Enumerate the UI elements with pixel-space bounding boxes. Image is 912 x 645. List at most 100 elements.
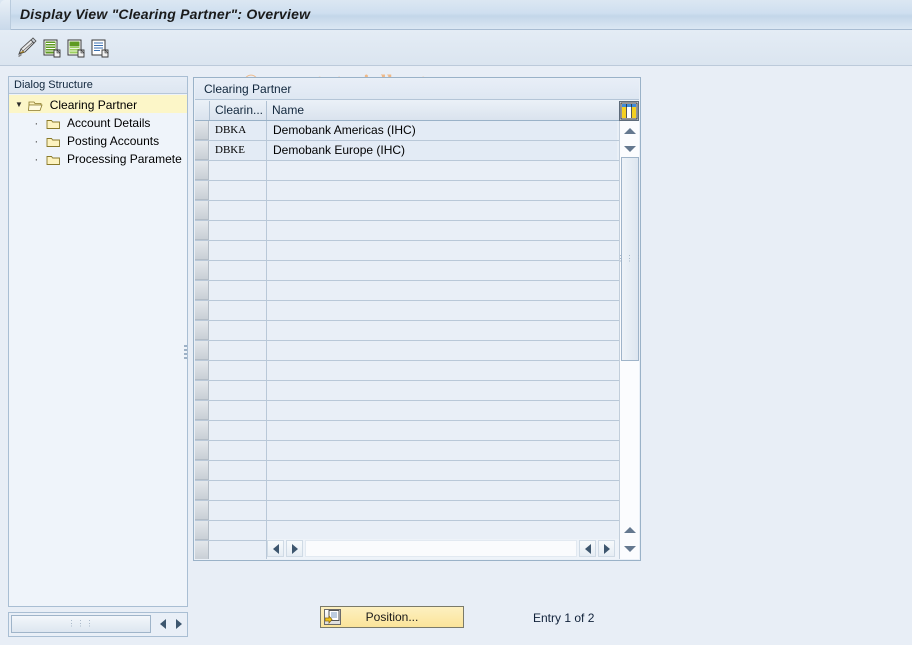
row-select-cell[interactable] [195,421,209,440]
select-all-header-cell[interactable] [195,101,210,120]
grid-scroll-down-button[interactable] [621,140,639,157]
cell-name[interactable] [267,281,617,300]
row-select-cell[interactable] [195,401,209,420]
table-row[interactable] [195,381,639,401]
grid-scroll-thumb[interactable]: ⋮⋮⋮ [617,157,639,361]
row-select-cell[interactable] [195,201,209,220]
cell-name[interactable] [267,221,617,240]
cell-name[interactable] [267,341,617,360]
row-select-cell[interactable] [195,381,209,400]
table-row[interactable] [195,501,639,521]
grid-scroll-right-button[interactable] [598,540,615,557]
row-select-cell[interactable] [195,541,209,559]
cell-clearing-partner[interactable] [210,321,267,340]
cell-clearing-partner[interactable] [210,341,267,360]
sidebar-horizontal-scrollbar[interactable]: ⋮⋮⋮ [8,612,188,637]
sidebar-item-account-details[interactable]: · Account Details [9,113,187,131]
cell-clearing-partner[interactable] [210,381,267,400]
cell-clearing-partner[interactable] [210,361,267,380]
cell-clearing-partner[interactable] [210,201,267,220]
grid-scroll-track[interactable] [305,540,577,557]
cell-clearing-partner[interactable] [210,301,267,320]
cell-name[interactable] [267,361,617,380]
cell-name[interactable] [267,421,617,440]
cell-name[interactable] [267,201,617,220]
row-select-cell[interactable] [195,461,209,480]
cell-name[interactable] [267,501,617,520]
table-row[interactable]: DBKE Demobank Europe (IHC) [195,141,639,161]
copy-as-icon[interactable] [65,37,87,59]
row-select-cell[interactable] [195,301,209,320]
cell-name[interactable] [267,481,617,500]
grid-scroll-left-button[interactable] [267,540,284,557]
cell-name[interactable] [267,181,617,200]
cell-clearing-partner[interactable] [210,441,267,460]
table-row[interactable] [195,521,639,541]
row-select-cell[interactable] [195,141,209,160]
display-change-icon[interactable] [16,37,38,59]
cell-clearing-partner[interactable] [210,401,267,420]
cell-clearing-partner[interactable] [210,241,267,260]
table-row[interactable] [195,441,639,461]
row-select-cell[interactable] [195,261,209,280]
cell-clearing-partner[interactable]: DBKA [210,121,267,140]
table-row[interactable] [195,161,639,181]
table-row[interactable] [195,281,639,301]
cell-name[interactable] [267,521,617,540]
grid-scroll-page-up-button[interactable] [621,521,639,538]
table-row[interactable] [195,401,639,421]
row-select-cell[interactable] [195,281,209,300]
expand-collapse-icon[interactable]: ▼ [13,96,25,114]
cell-clearing-partner[interactable] [210,261,267,280]
cell-clearing-partner[interactable] [210,541,267,559]
sidebar-scroll-thumb[interactable]: ⋮⋮⋮ [11,615,151,633]
row-select-cell[interactable] [195,181,209,200]
grid-scroll-far-right-button[interactable] [579,540,596,557]
cell-clearing-partner[interactable] [210,181,267,200]
cell-name[interactable] [267,161,617,180]
row-select-cell[interactable] [195,241,209,260]
row-select-cell[interactable] [195,501,209,520]
table-row[interactable] [195,301,639,321]
row-select-cell[interactable] [195,341,209,360]
cell-clearing-partner[interactable] [210,461,267,480]
table-row[interactable]: DBKA Demobank Americas (IHC) [195,121,639,141]
row-select-cell[interactable] [195,361,209,380]
cell-name[interactable] [267,441,617,460]
row-select-cell[interactable] [195,441,209,460]
table-row[interactable] [195,461,639,481]
panel-splitter-handle[interactable] [184,345,188,361]
cell-name[interactable] [267,261,617,280]
cell-clearing-partner[interactable] [210,481,267,500]
cell-clearing-partner[interactable] [210,501,267,520]
cell-name[interactable] [267,381,617,400]
cell-clearing-partner[interactable] [210,421,267,440]
grid-scroll-up-button[interactable] [621,122,639,139]
row-select-cell[interactable] [195,221,209,240]
table-row[interactable] [195,421,639,441]
cell-clearing-partner[interactable] [210,161,267,180]
cell-clearing-partner[interactable]: DBKE [210,141,267,160]
details-icon[interactable] [89,37,111,59]
table-row[interactable] [195,341,639,361]
grid-horizontal-scrollbar[interactable] [267,539,619,559]
cell-name[interactable] [267,401,617,420]
grid-scroll-far-left-button[interactable] [286,540,303,557]
sidebar-item-processing-parameters[interactable]: · Processing Paramete [9,149,187,167]
table-row[interactable] [195,181,639,201]
table-row[interactable] [195,241,639,261]
cell-clearing-partner[interactable] [210,521,267,540]
column-header-name[interactable]: Name [267,101,619,120]
row-select-cell[interactable] [195,161,209,180]
row-select-cell[interactable] [195,121,209,140]
cell-name[interactable] [267,321,617,340]
sidebar-scroll-right-button[interactable] [171,614,187,634]
table-row[interactable] [195,361,639,381]
cell-name[interactable] [267,241,617,260]
sidebar-scroll-left-button[interactable] [155,614,171,634]
new-entries-icon[interactable] [41,37,63,59]
column-header-clearing-partner[interactable]: Clearin... [210,101,267,120]
row-select-cell[interactable] [195,521,209,540]
sidebar-item-posting-accounts[interactable]: · Posting Accounts [9,131,187,149]
cell-clearing-partner[interactable] [210,221,267,240]
